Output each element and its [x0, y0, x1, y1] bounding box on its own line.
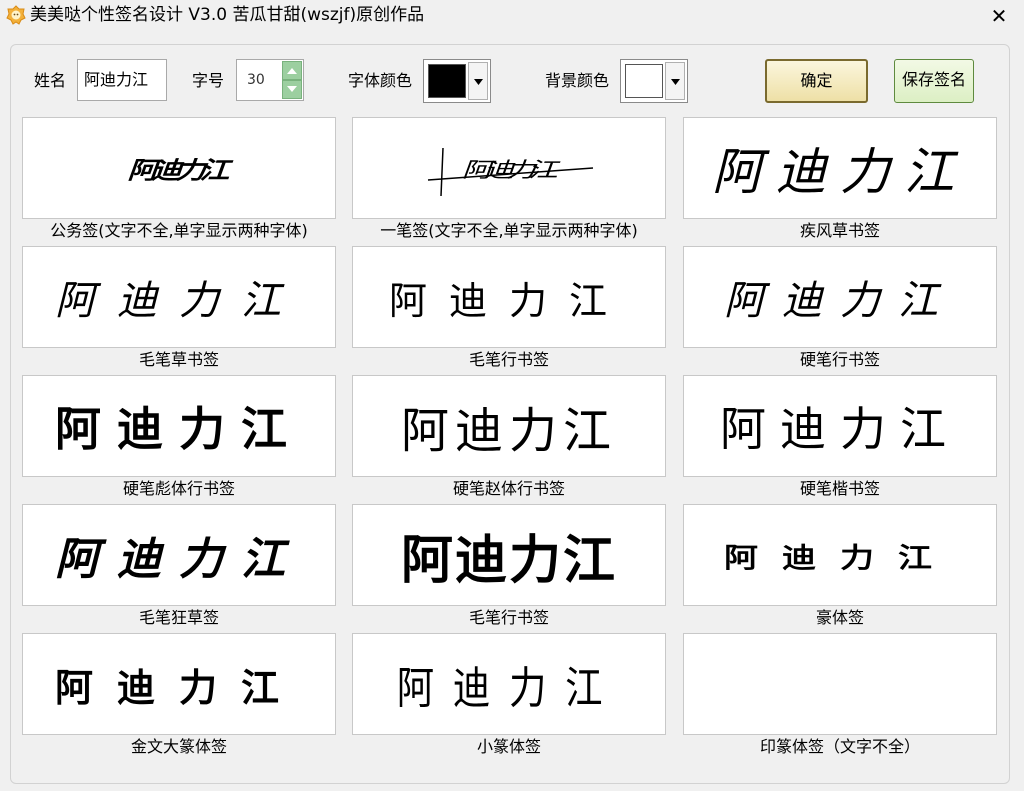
signature-preview: 阿迪力江 — [54, 664, 303, 710]
signature-style-label: 一笔签(文字不全,单字显示两种字体) — [380, 221, 638, 240]
signature-style-label: 硬笔赵体行书签 — [452, 479, 565, 498]
signature-preview: 阿迪力江 — [396, 663, 622, 714]
signature-card[interactable]: 阿迪力江 — [22, 246, 336, 348]
name-label: 姓名 — [34, 71, 67, 90]
signature-preview: 阿迪力江 — [55, 278, 303, 324]
signature-card[interactable]: 阿迪力江 — [352, 375, 666, 477]
signature-style-label: 豪体签 — [815, 608, 864, 627]
save-signature-button[interactable]: 保存签名 — [894, 59, 974, 103]
signature-style-label: 毛笔草书签 — [138, 350, 219, 369]
signature-card[interactable]: 阿迪力江 — [352, 117, 666, 219]
signature-preview: 阿迪力江 — [124, 156, 232, 185]
font-size-label: 字号 — [192, 71, 225, 90]
spin-down-button[interactable] — [282, 80, 302, 99]
signature-style-label: 小篆体签 — [476, 737, 541, 756]
signature-style-label: 硬笔彪体行书签 — [122, 479, 235, 498]
font-size-stepper[interactable]: 30 — [236, 59, 304, 101]
bg-color-swatch — [625, 64, 663, 98]
signature-preview: 阿迪力江 — [400, 529, 617, 591]
title-bar: 美美哒个性签名设计 V3.0 苦瓜甘甜(wszjf)原创作品 ✕ — [0, 0, 1024, 32]
chevron-down-icon — [474, 79, 483, 85]
signature-card[interactable]: 阿迪力江 — [22, 504, 336, 606]
signature-card[interactable]: 阿迪力江 — [352, 633, 666, 735]
name-input[interactable]: 阿迪力江 — [77, 59, 167, 101]
signature-style-label: 金文大篆体签 — [130, 737, 227, 756]
signature-card[interactable]: 阿迪力江 — [683, 117, 997, 219]
signature-style-label: 硬笔楷书签 — [799, 479, 880, 498]
bg-color-picker[interactable] — [620, 59, 688, 103]
signature-style-label: 公务签(文字不全,单字显示两种字体) — [50, 221, 308, 240]
signature-card[interactable]: 阿迪力江 — [683, 246, 997, 348]
font-size-value[interactable]: 30 — [247, 60, 265, 100]
arrow-down-icon — [287, 86, 297, 92]
bg-color-dropdown-button[interactable] — [665, 62, 685, 100]
confirm-button[interactable]: 确定 — [765, 59, 868, 103]
signature-style-label: 印篆体签（文字不全） — [759, 737, 920, 756]
signature-card[interactable]: 阿迪力江 — [22, 117, 336, 219]
close-button[interactable]: ✕ — [976, 0, 1022, 32]
signature-card[interactable]: 阿迪力江 — [683, 504, 997, 606]
signature-style-label: 毛笔狂草签 — [138, 608, 219, 627]
signature-preview: 阿迪力江 — [724, 541, 956, 574]
signature-card[interactable]: 阿迪力江 — [352, 246, 666, 348]
signature-style-label: 毛笔行书签 — [468, 350, 549, 369]
signature-card[interactable]: 阿迪力江 — [22, 375, 336, 477]
font-color-swatch — [428, 64, 466, 98]
font-color-dropdown-button[interactable] — [468, 62, 488, 100]
signature-style-label: 硬笔行书签 — [799, 350, 880, 369]
signature-preview: 阿迪力江 — [724, 278, 956, 324]
font-color-label: 字体颜色 — [348, 71, 413, 90]
signature-card[interactable] — [683, 633, 997, 735]
signature-preview: 阿迪力江 — [400, 403, 617, 459]
signature-preview: 阿迪力江 — [712, 143, 968, 201]
signature-style-label: 疾风草书签 — [799, 221, 880, 240]
signature-style-label: 毛笔行书签 — [468, 608, 549, 627]
signature-preview — [684, 634, 996, 734]
bg-color-label: 背景颜色 — [545, 71, 610, 90]
font-color-picker[interactable] — [423, 59, 491, 103]
window-title: 美美哒个性签名设计 V3.0 苦瓜甘甜(wszjf)原创作品 — [30, 5, 425, 25]
pen-stroke-decoration — [427, 147, 594, 197]
signature-preview: 阿迪力江 — [55, 402, 303, 456]
signature-preview: 阿迪力江 — [388, 278, 629, 323]
signature-preview: 阿迪力江 — [720, 402, 960, 456]
arrow-up-icon — [287, 68, 297, 74]
spin-up-button[interactable] — [282, 61, 302, 80]
signature-card[interactable]: 阿迪力江 — [352, 504, 666, 606]
app-icon — [6, 5, 26, 25]
signature-preview: 阿迪力江 — [55, 534, 303, 585]
signature-card[interactable]: 阿迪力江 — [683, 375, 997, 477]
chevron-down-icon — [671, 79, 680, 85]
signature-card[interactable]: 阿迪力江 — [22, 633, 336, 735]
